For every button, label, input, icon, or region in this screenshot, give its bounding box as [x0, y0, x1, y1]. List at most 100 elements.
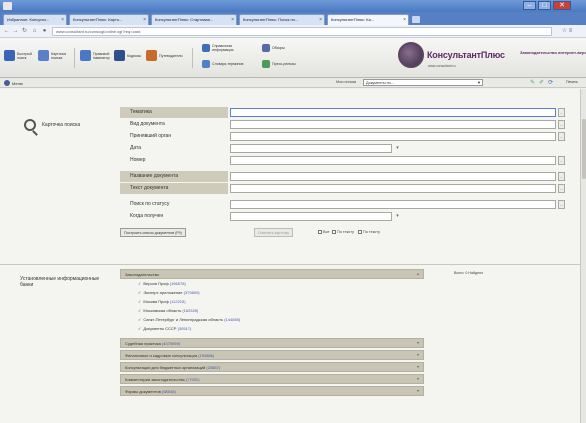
toolbar-search-card[interactable]: Карточка поиска — [38, 50, 69, 61]
list-dots-icon[interactable]: … — [558, 172, 565, 181]
vertical-scrollbar[interactable] — [580, 89, 586, 423]
pencil-icon[interactable]: ✎ — [530, 79, 535, 86]
bank-item-count: (196578) — [169, 281, 186, 286]
calendar-icon[interactable]: ▾ — [394, 212, 401, 221]
doc-text-field[interactable] — [230, 184, 556, 193]
bank-group-comments[interactable]: Комментарии законодательства (77552) ▾ — [120, 374, 424, 384]
field-label: Вид документа — [130, 121, 165, 127]
back-arrow-icon[interactable]: ← — [3, 28, 10, 35]
scrollbar-thumb[interactable] — [582, 119, 586, 179]
form-row-topic: Тематика … — [120, 107, 574, 118]
toolbar-reference[interactable]: Справочная информация — [202, 44, 246, 52]
toolbar-quick-search[interactable]: Быстрый поиск — [4, 50, 35, 61]
tab-4-active[interactable]: КонсультантПлюс: Ка... × — [327, 14, 409, 25]
print-button[interactable]: Печать — [566, 80, 578, 84]
browser-menu-icon[interactable]: ☆ ≡ — [556, 28, 578, 35]
reference-icon — [202, 44, 210, 52]
bank-item[interactable]: ✓ Московская область (162525) — [138, 308, 198, 313]
toolbar-press[interactable]: Пресс-релизы — [262, 60, 302, 68]
checkmark-icon: ✓ — [138, 317, 142, 322]
close-tab-icon[interactable]: × — [143, 17, 146, 23]
edit-icon[interactable]: ✐ — [539, 79, 544, 86]
close-tab-icon[interactable]: × — [231, 17, 234, 23]
forward-arrow-icon[interactable]: → — [12, 28, 19, 35]
tab-label: КонсультантПлюс: Карто... — [73, 17, 123, 22]
list-dots-icon[interactable]: … — [558, 200, 565, 209]
checkbox-all[interactable]: Все — [318, 230, 330, 234]
build-list-button[interactable]: Построить список документов (F9) — [120, 228, 186, 237]
tab-3[interactable]: КонсультантПлюс: Поиск по... × — [239, 14, 325, 25]
chevron-down-icon[interactable]: ▾ — [417, 364, 419, 369]
reload-icon[interactable]: ↻ — [21, 28, 28, 35]
bank-group-court[interactable]: Судебная практика (4075969) ▾ — [120, 338, 424, 348]
consultant-toolbar: Быстрый поиск Карточка поиска Правовой н… — [0, 38, 586, 78]
installed-banks-title: Установленные информационные банки — [20, 276, 100, 288]
doc-title-field[interactable] — [230, 172, 556, 181]
toolbar-reviews[interactable]: Обзоры — [262, 44, 302, 52]
checkbox-by-text-2[interactable]: По тексту — [358, 230, 380, 234]
authority-field[interactable] — [230, 132, 556, 141]
home-icon[interactable]: ⌂ — [31, 28, 38, 35]
url-input[interactable]: www.consultant.ru/cons/cgi/online.cgi?re… — [52, 27, 552, 36]
status-field[interactable] — [230, 200, 556, 209]
bank-group-legislation[interactable]: Законодательство ▴ — [120, 269, 424, 279]
bank-group-budget[interactable]: Консультации для бюджетных организаций (… — [120, 362, 424, 372]
doc-type-field[interactable] — [230, 120, 556, 129]
bank-item-count: (30517) — [177, 326, 192, 331]
topic-field[interactable] — [230, 108, 556, 117]
menu-button[interactable]: Меню — [4, 80, 23, 86]
list-dots-icon[interactable]: … — [558, 184, 565, 193]
bank-item[interactable]: ✓ Эксперт-приложение (379809) — [138, 290, 200, 295]
list-dots-icon[interactable]: … — [558, 108, 565, 117]
new-tab-button[interactable] — [412, 16, 420, 23]
bank-group-label: Судебная практика — [125, 341, 161, 346]
checkbox-by-text[interactable]: По тексту — [332, 230, 354, 234]
close-tab-icon[interactable]: × — [61, 17, 64, 23]
bank-item[interactable]: ✓ Документы СССР (30517) — [138, 326, 191, 331]
chevron-down-icon[interactable]: ▾ — [417, 388, 419, 393]
chevron-up-icon[interactable]: ▴ — [417, 271, 419, 276]
clear-card-button[interactable]: Очистить карточку — [254, 228, 294, 237]
toolbar-label: Путеводители — [159, 53, 183, 58]
minimize-button[interactable]: – — [523, 1, 536, 10]
close-button[interactable]: ✕ — [553, 1, 571, 10]
tab-1[interactable]: КонсультантПлюс: Карто... × — [69, 14, 149, 25]
bank-item[interactable]: ✓ Версия Проф (196578) — [138, 281, 186, 286]
calendar-icon[interactable]: ▾ — [394, 144, 401, 153]
bank-group-finance[interactable]: Финансовые и кадровые консультации (1948… — [120, 350, 424, 360]
bank-group-label: Финансовые и кадровые консультации — [125, 353, 198, 358]
bank-item[interactable]: ✓ Санкт-Петербург и Ленинградская область… — [138, 317, 240, 322]
my-lists-select[interactable]: Документы по... ▼ — [363, 79, 483, 86]
toolbar-navigator[interactable]: Правовой навигатор — [80, 50, 111, 61]
received-field[interactable] — [230, 212, 392, 221]
field-label: Текст документа — [120, 183, 228, 194]
field-label: Принявший орган — [130, 133, 172, 139]
chevron-down-icon[interactable]: ▾ — [417, 340, 419, 345]
chevron-down-icon[interactable]: ▾ — [417, 376, 419, 381]
chevron-down-icon[interactable]: ▾ — [417, 352, 419, 357]
number-field[interactable] — [230, 156, 556, 165]
toolbar-dictionary[interactable]: Словарь терминов — [202, 60, 246, 68]
secondary-bar: Меню Мои списки Документы по... ▼ ✎ ✐ ⟳ П… — [0, 78, 586, 88]
search-card-header: Карточка поиска — [24, 119, 82, 131]
checkbox-icon — [318, 230, 322, 234]
list-dots-icon[interactable]: … — [558, 120, 565, 129]
maximize-button[interactable]: □ — [538, 1, 551, 10]
tab-0[interactable]: Избранное: Консульт... × — [3, 14, 67, 25]
toolbar-guides[interactable]: Путеводители — [146, 50, 183, 61]
toolbar-label: Справочная информация — [212, 44, 234, 52]
refresh-icon[interactable]: ⟳ — [548, 79, 553, 86]
bank-item-count: (162525) — [182, 308, 199, 313]
bank-item[interactable]: ✓ Москва Проф (112215) — [138, 299, 186, 304]
close-tab-icon[interactable]: × — [319, 17, 322, 23]
bank-group-forms[interactable]: Формы документов (58548) ▾ — [120, 386, 424, 396]
date-field[interactable] — [230, 144, 392, 153]
site-info-icon[interactable]: ● — [41, 28, 48, 35]
list-dots-icon[interactable]: … — [558, 156, 565, 165]
toolbar-codes[interactable]: Кодексы — [114, 50, 145, 61]
form-row-number: Номер … — [120, 155, 574, 166]
list-dots-icon[interactable]: … — [558, 132, 565, 141]
navigator-icon — [80, 50, 91, 61]
tab-2[interactable]: КонсультантПлюс: Стартовая... × — [151, 14, 237, 25]
close-tab-icon[interactable]: × — [403, 17, 406, 23]
